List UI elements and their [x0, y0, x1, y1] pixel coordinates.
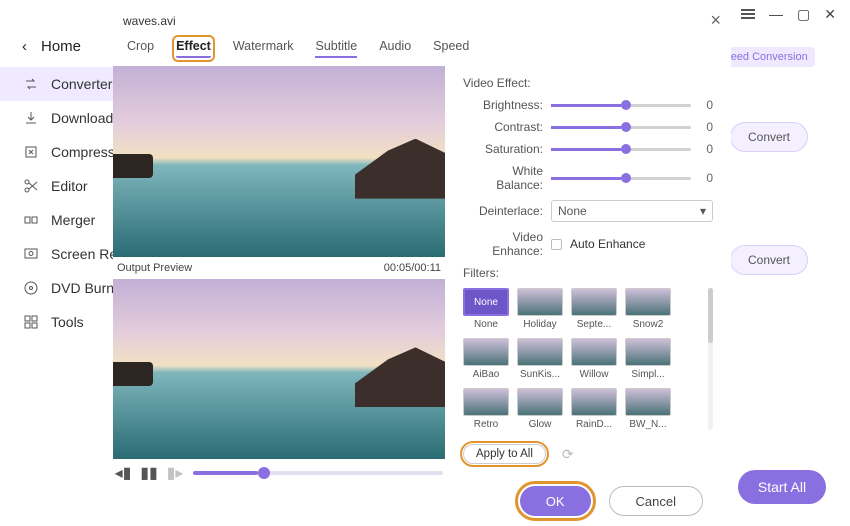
- filter-label: Willow: [571, 369, 617, 380]
- convert-button[interactable]: Convert: [730, 245, 808, 275]
- filters-heading: Filters:: [463, 266, 713, 280]
- effect-panel: Video Effect: Brightness: 0 Contrast: 0 …: [463, 66, 713, 487]
- merger-icon: [22, 212, 39, 229]
- filters-scrollbar[interactable]: [708, 288, 713, 430]
- convert-button[interactable]: Convert: [730, 122, 808, 152]
- saturation-label: Saturation:: [463, 142, 543, 156]
- sidebar-item-label: Merger: [51, 212, 95, 228]
- deinterlace-value: None: [558, 204, 587, 218]
- filter-label: BW_N...: [625, 419, 671, 430]
- video-effect-heading: Video Effect:: [463, 76, 713, 90]
- maximize-icon[interactable]: ▢: [797, 6, 810, 23]
- tab-speed[interactable]: Speed: [433, 39, 469, 58]
- filter-label: Simpl...: [625, 369, 671, 380]
- filter-label: None: [463, 319, 509, 330]
- player-controls: ◂▮ ▮▮ ▮▸: [113, 459, 445, 487]
- deinterlace-label: Deinterlace:: [463, 204, 543, 218]
- filter-label: Snow2: [625, 319, 671, 330]
- white-balance-value: 0: [699, 171, 713, 185]
- saturation-value: 0: [699, 142, 713, 156]
- tab-watermark[interactable]: Watermark: [233, 39, 294, 58]
- filter-holiday[interactable]: Holiday: [517, 288, 563, 330]
- dialog-tabs: Crop Effect Watermark Subtitle Audio Spe…: [113, 37, 731, 66]
- filter-label: Holiday: [517, 319, 563, 330]
- timeline-slider[interactable]: [193, 471, 443, 475]
- original-preview: [113, 66, 445, 257]
- home-label: Home: [41, 38, 81, 55]
- refresh-icon[interactable]: ⟳: [562, 446, 574, 463]
- filter-simpl[interactable]: Simpl...: [625, 338, 671, 380]
- contrast-slider[interactable]: [551, 126, 691, 129]
- filter-none[interactable]: NoneNone: [463, 288, 509, 330]
- preview-column: Output Preview 00:05/00:11 ◂▮ ▮▮ ▮▸: [113, 66, 445, 487]
- filter-label: SunKis...: [517, 369, 563, 380]
- preview-timecode: 00:05/00:11: [384, 262, 441, 274]
- compressor-icon: [22, 144, 39, 161]
- brightness-label: Brightness:: [463, 98, 543, 112]
- sidebar-item-label: Converter: [51, 76, 112, 92]
- next-frame-icon[interactable]: ▮▸: [167, 465, 183, 481]
- prev-frame-icon[interactable]: ◂▮: [115, 465, 131, 481]
- filter-label: AiBao: [463, 369, 509, 380]
- tab-effect[interactable]: Effect: [176, 39, 211, 58]
- converter-icon: [22, 76, 39, 93]
- video-enhance-label: Video Enhance:: [463, 230, 543, 258]
- tab-subtitle[interactable]: Subtitle: [315, 39, 357, 58]
- screen-icon: [22, 246, 39, 263]
- filter-label: RainD...: [571, 419, 617, 430]
- effect-dialog: waves.avi × Crop Effect Watermark Subtit…: [113, 2, 731, 522]
- filter-sunkis[interactable]: SunKis...: [517, 338, 563, 380]
- close-window-icon[interactable]: ✕: [824, 6, 836, 23]
- pause-icon[interactable]: ▮▮: [141, 465, 157, 481]
- ok-button[interactable]: OK: [520, 486, 591, 516]
- chevron-down-icon: ▾: [700, 204, 706, 218]
- brightness-value: 0: [699, 98, 713, 112]
- output-preview: [113, 279, 445, 459]
- tab-crop[interactable]: Crop: [127, 39, 154, 58]
- dialog-title: waves.avi: [123, 14, 176, 28]
- filter-label: Septe...: [571, 319, 617, 330]
- tab-audio[interactable]: Audio: [379, 39, 411, 58]
- filter-retro[interactable]: Retro: [463, 388, 509, 430]
- apply-to-all-button[interactable]: Apply to All: [463, 444, 546, 464]
- contrast-label: Contrast:: [463, 120, 543, 134]
- sidebar-item-label: Tools: [51, 314, 84, 330]
- cancel-button[interactable]: Cancel: [609, 486, 703, 516]
- output-preview-label: Output Preview: [117, 262, 192, 274]
- start-all-button[interactable]: Start All: [738, 470, 826, 504]
- deinterlace-select[interactable]: None ▾: [551, 200, 713, 222]
- disc-icon: [22, 280, 39, 297]
- auto-enhance-checkbox[interactable]: [551, 239, 562, 250]
- filter-bwn[interactable]: BW_N...: [625, 388, 671, 430]
- filter-snow2[interactable]: Snow2: [625, 288, 671, 330]
- close-icon[interactable]: ×: [710, 10, 721, 31]
- brightness-slider[interactable]: [551, 104, 691, 107]
- minimize-icon[interactable]: —: [769, 6, 783, 22]
- filter-label: Retro: [463, 419, 509, 430]
- hamburger-icon[interactable]: [741, 9, 755, 19]
- scissors-icon: [22, 178, 39, 195]
- saturation-slider[interactable]: [551, 148, 691, 151]
- white-balance-slider[interactable]: [551, 177, 691, 180]
- filter-glow[interactable]: Glow: [517, 388, 563, 430]
- contrast-value: 0: [699, 120, 713, 134]
- auto-enhance-text: Auto Enhance: [570, 237, 645, 251]
- filter-willow[interactable]: Willow: [571, 338, 617, 380]
- filter-aibao[interactable]: AiBao: [463, 338, 509, 380]
- download-icon: [22, 110, 39, 127]
- filter-label: Glow: [517, 419, 563, 430]
- chevron-left-icon: ‹: [22, 38, 27, 55]
- white-balance-label: White Balance:: [463, 164, 543, 192]
- filter-septe[interactable]: Septe...: [571, 288, 617, 330]
- sidebar-item-label: Editor: [51, 178, 88, 194]
- filter-raind[interactable]: RainD...: [571, 388, 617, 430]
- grid-icon: [22, 314, 39, 331]
